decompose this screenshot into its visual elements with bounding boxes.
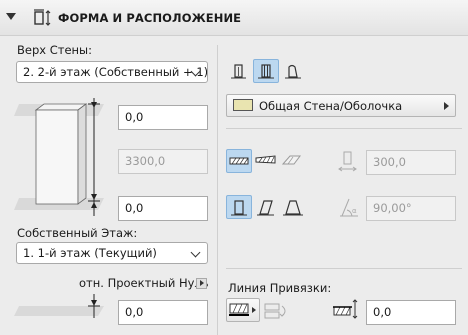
slanted-wall-icon bbox=[257, 200, 274, 216]
composite-wall-icon bbox=[258, 64, 274, 79]
collapse-triangle-icon[interactable] bbox=[6, 13, 16, 20]
wall-section-diagram bbox=[14, 98, 104, 216]
panel-header[interactable]: ФОРМА И РАСПОЛОЖЕНИЕ bbox=[0, 0, 468, 36]
basic-structure-button[interactable] bbox=[226, 59, 252, 83]
slant-angle-field[interactable]: 90,00° bbox=[366, 196, 456, 221]
slant-angle-icon: α bbox=[340, 198, 358, 217]
polygonal-geometry-button[interactable] bbox=[280, 149, 306, 173]
svg-text:α: α bbox=[352, 207, 357, 215]
straight-wall-icon bbox=[229, 157, 249, 165]
panel-title: ФОРМА И РАСПОЛОЖЕНИЕ bbox=[58, 11, 242, 25]
composite-select[interactable]: Общая Стена/Оболочка bbox=[226, 94, 456, 117]
composite-fill-swatch-icon bbox=[233, 99, 253, 111]
top-link-value: 2. 2-й этаж (Собственный + 1) bbox=[23, 65, 208, 79]
wall-shape-icon bbox=[34, 9, 51, 26]
vertical-slant-button[interactable] bbox=[226, 195, 252, 219]
top-link-label: Верх Стены: bbox=[17, 43, 93, 57]
reference-offset-field[interactable]: 0,0 bbox=[118, 300, 208, 325]
basic-wall-icon bbox=[231, 64, 246, 79]
vertical-wall-icon bbox=[231, 200, 247, 216]
slanted-slant-button[interactable] bbox=[253, 195, 279, 219]
double-slanted-slant-button[interactable] bbox=[280, 195, 306, 219]
trapezoid-geometry-button[interactable] bbox=[253, 149, 279, 173]
flip-reference-icon bbox=[264, 303, 286, 319]
trapezoid-wall-icon bbox=[255, 155, 276, 164]
profile-structure-button[interactable] bbox=[280, 59, 306, 83]
reference-line-label: Линия Привязки: bbox=[228, 281, 332, 295]
reference-line-location-button[interactable] bbox=[226, 298, 260, 322]
reference-line-offset-field[interactable]: 0,0 bbox=[366, 300, 456, 325]
polygonal-wall-icon bbox=[281, 155, 301, 165]
home-story-value: 1. 1-й этаж (Текущий) bbox=[23, 246, 157, 260]
straight-geometry-button[interactable] bbox=[226, 149, 252, 173]
reference-level-label: отн. Проектный Нуль bbox=[79, 276, 209, 290]
column-divider bbox=[217, 45, 218, 335]
arrow-right-icon bbox=[200, 280, 204, 286]
chevron-down-icon bbox=[190, 247, 201, 258]
top-offset-field[interactable]: 0,0 bbox=[118, 105, 208, 130]
home-story-select[interactable]: 1. 1-й этаж (Текущий) bbox=[16, 242, 208, 264]
arrow-right-icon bbox=[444, 102, 449, 110]
section-divider bbox=[226, 268, 462, 269]
double-slanted-wall-icon bbox=[283, 200, 303, 216]
composite-name: Общая Стена/Оболочка bbox=[259, 99, 403, 113]
reference-level-button[interactable] bbox=[196, 278, 207, 289]
reference-line-outside-icon bbox=[229, 303, 256, 316]
reference-line-offset-icon bbox=[333, 299, 358, 319]
section-divider bbox=[226, 128, 462, 129]
bottom-offset-field[interactable]: 0,0 bbox=[118, 196, 208, 221]
top-link-select[interactable]: 2. 2-й этаж (Собственный + 1) bbox=[16, 61, 208, 83]
reference-level-diagram bbox=[14, 294, 104, 318]
thickness-field[interactable]: 300,0 bbox=[366, 150, 456, 175]
profile-wall-icon bbox=[285, 64, 301, 79]
home-story-label: Собственный Этаж: bbox=[17, 226, 138, 240]
wall-height-field[interactable]: 3300,0 bbox=[118, 149, 208, 174]
composite-structure-button[interactable] bbox=[253, 59, 279, 83]
reference-line-flip-button[interactable] bbox=[262, 300, 290, 322]
wall-thickness-icon bbox=[338, 151, 357, 172]
